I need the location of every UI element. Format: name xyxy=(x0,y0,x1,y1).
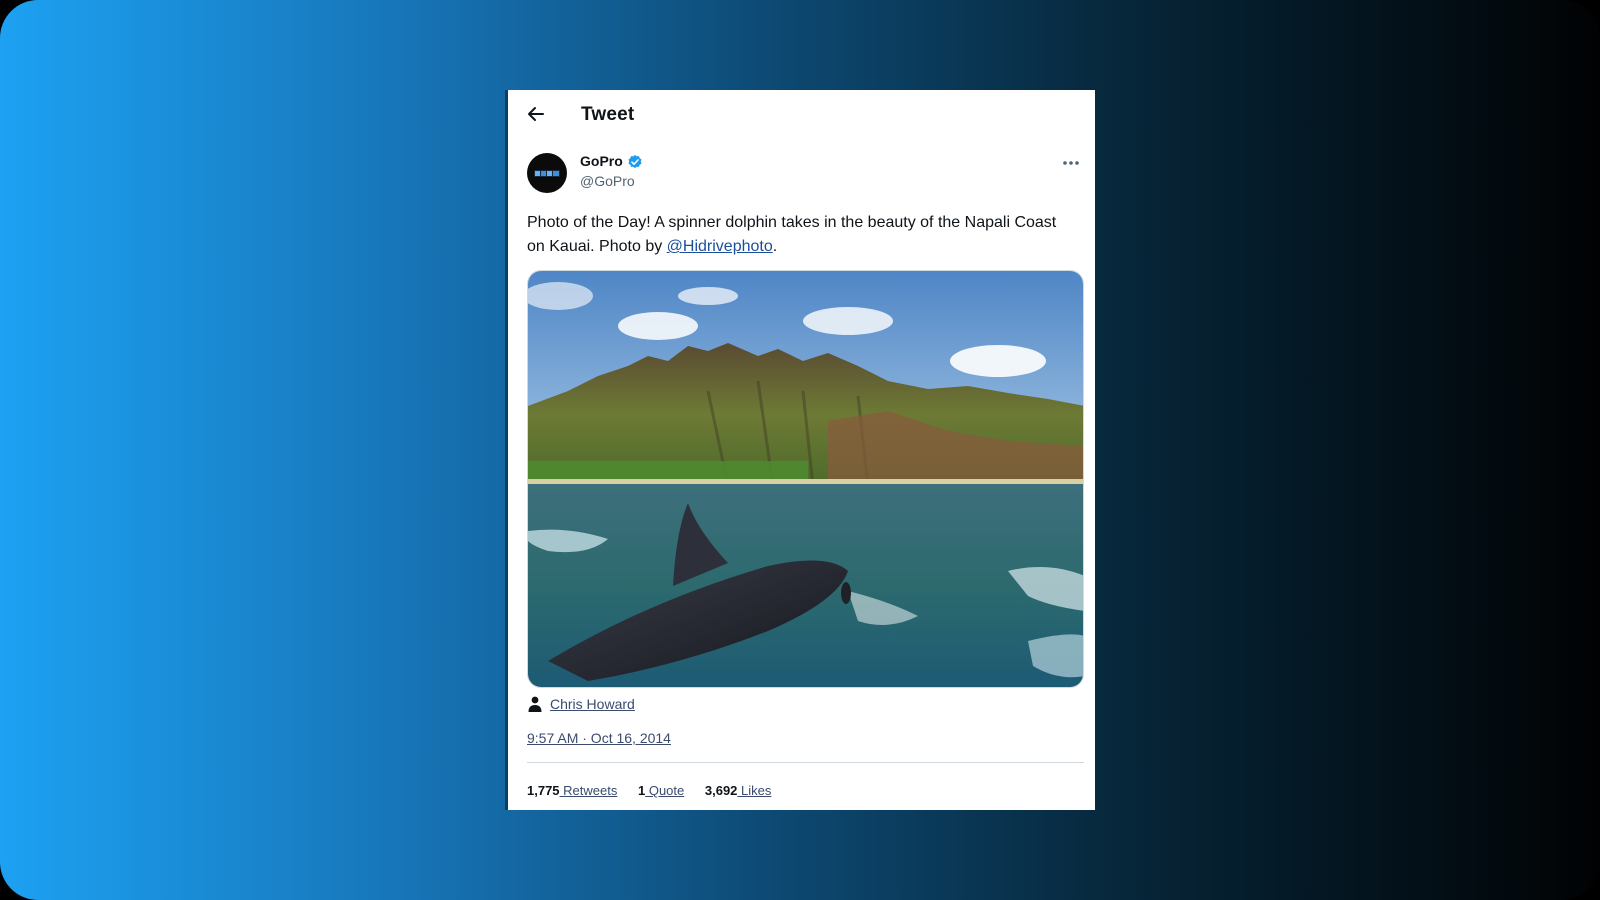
tweet-text-end: . xyxy=(772,238,778,255)
likes-label: Likes xyxy=(737,783,772,798)
tweet-card: Tweet GoPro @GoPro Photo of the Day! A s… xyxy=(505,90,1095,810)
avatar[interactable] xyxy=(527,153,567,193)
gradient-backdrop: Tweet GoPro @GoPro Photo of the Day! A s… xyxy=(0,0,1600,900)
user-handle[interactable]: @GoPro xyxy=(580,173,635,189)
likes-count: 3,692 xyxy=(704,783,738,798)
dolphin-photo xyxy=(528,271,1083,687)
quotes-label: Quote xyxy=(645,783,685,798)
mention-link[interactable]: @Hidrivephoto xyxy=(667,238,773,255)
tweet-text: Photo of the Day! A spinner dolphin take… xyxy=(527,211,1067,259)
engagement-stats: 1,775 Retweets 1 Quote 3,692 Likes xyxy=(527,783,788,798)
quotes-stat[interactable]: 1 Quote xyxy=(638,783,684,798)
retweets-count: 1,775 xyxy=(527,783,560,798)
person-icon xyxy=(528,696,542,712)
tweet-header: Tweet xyxy=(508,90,1095,140)
display-name[interactable]: GoPro xyxy=(580,153,623,169)
tweet-text-body: Photo of the Day! A spinner dolphin take… xyxy=(527,214,1057,255)
retweets-stat[interactable]: 1,775 Retweets xyxy=(527,783,617,798)
back-button[interactable] xyxy=(525,103,547,125)
tweet-timestamp[interactable]: 9:57 AM · Oct 16, 2014 xyxy=(527,730,671,746)
verified-badge-icon xyxy=(628,155,642,169)
gopro-logo xyxy=(534,170,560,177)
likes-stat[interactable]: 3,692 Likes xyxy=(705,783,772,798)
page-title: Tweet xyxy=(581,104,635,125)
ellipsis-icon xyxy=(1063,161,1079,165)
more-options-button[interactable] xyxy=(1060,152,1082,174)
retweets-label: Retweets xyxy=(559,783,618,798)
tweet-photo[interactable] xyxy=(527,270,1084,688)
tagged-user-link[interactable]: Chris Howard xyxy=(550,696,635,712)
arrow-left-icon xyxy=(528,107,544,121)
divider xyxy=(527,762,1084,763)
